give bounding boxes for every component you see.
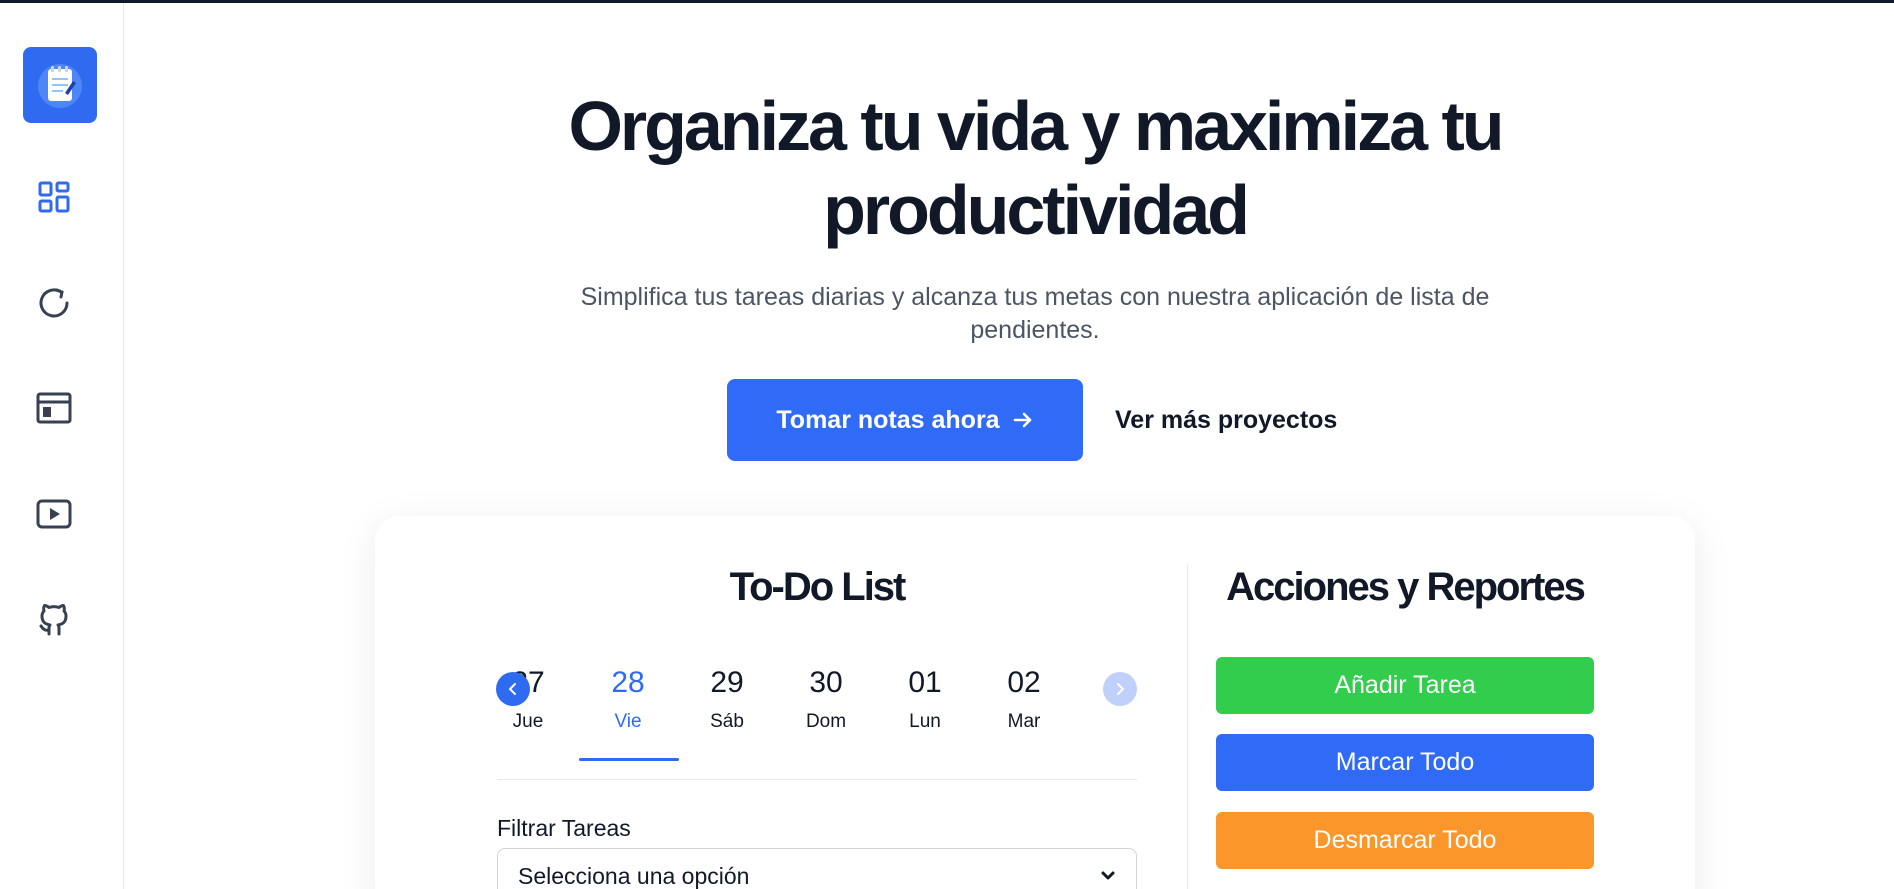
calendar-separator [497,779,1137,780]
hero-title: Organiza tu vida y maximiza tu productiv… [568,87,1504,249]
prev-days-button[interactable] [496,672,530,706]
chevron-down-icon [1101,871,1115,880]
day-item[interactable]: 30 Dom [777,663,875,737]
day-name: Vie [614,711,642,732]
day-item[interactable]: 01 Lun [876,663,974,737]
day-name: Lun [909,711,941,732]
day-number: 29 [710,666,744,699]
filter-select[interactable]: Selecciona una opción [497,848,1137,889]
refresh-icon[interactable] [34,283,74,323]
day-item-active[interactable]: 28 Vie [579,663,677,737]
actions-title: Acciones y Reportes [1226,565,1586,609]
top-border [0,0,1894,3]
day-item[interactable]: 29 Sáb [678,663,776,737]
arrow-right-icon [1013,412,1031,428]
more-projects-link[interactable]: Ver más proyectos [1115,400,1337,440]
day-number: 02 [1007,666,1041,699]
video-play-icon[interactable] [34,494,74,534]
app-logo[interactable] [23,47,97,123]
browser-window-icon[interactable] [34,388,74,428]
filter-selected-value: Selecciona una opción [518,862,750,889]
sidebar [0,3,124,889]
day-name: Dom [805,711,847,732]
day-item[interactable]: 27 Jue [479,663,577,737]
add-task-button[interactable]: Añadir Tarea [1216,657,1594,714]
day-number: 01 [908,666,942,699]
chevron-right-icon [1117,683,1125,695]
day-number: 30 [809,666,843,699]
day-name: Jue [512,711,544,732]
notepad-icon [38,64,82,108]
next-days-button[interactable] [1103,672,1137,706]
card-divider [1187,565,1188,889]
day-name: Sáb [710,711,744,732]
chevron-left-icon [508,683,516,695]
todo-title: To-Do List [729,565,907,609]
day-item[interactable]: 02 Mar [975,663,1073,737]
dashboard-icon[interactable] [34,177,74,217]
filter-label: Filtrar Tareas [497,815,631,841]
active-day-indicator [579,758,679,761]
github-icon[interactable] [34,599,74,639]
unmark-all-button[interactable]: Desmarcar Todo [1216,812,1594,869]
mark-all-button[interactable]: Marcar Todo [1216,734,1594,791]
take-notes-button[interactable]: Tomar notas ahora [727,379,1083,461]
day-name: Mar [1007,711,1041,732]
hero-subtitle: Simplifica tus tareas diarias y alcanza … [580,283,1490,344]
take-notes-label: Tomar notas ahora [776,405,1000,434]
day-number: 28 [611,666,645,699]
